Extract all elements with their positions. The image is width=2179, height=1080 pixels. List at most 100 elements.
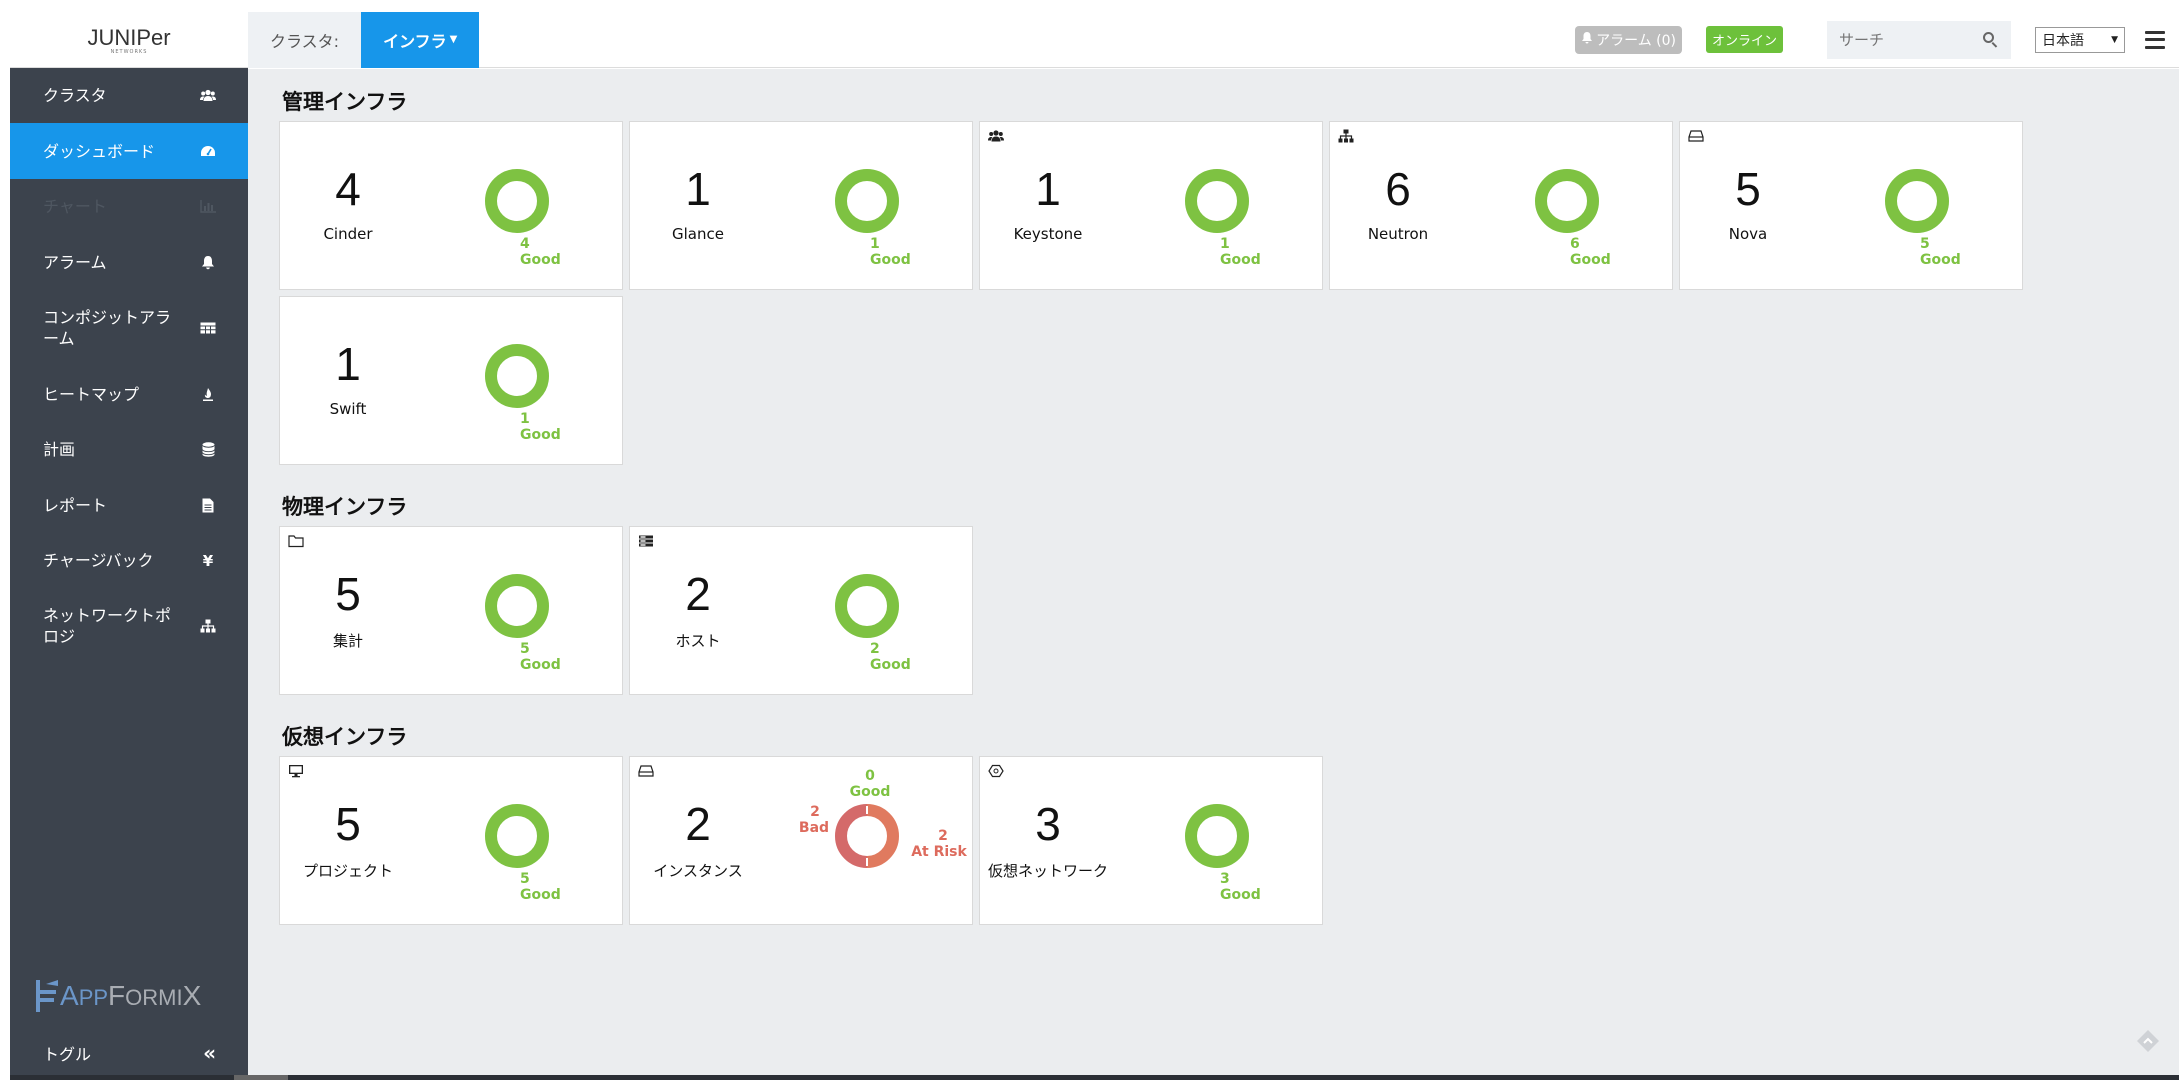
juniper-logo[interactable]: JUNIPer NETWORKS — [10, 12, 248, 68]
alarm-badge[interactable]: アラーム (0) — [1575, 25, 1682, 54]
feedback-icon[interactable] — [2135, 1028, 2161, 1054]
good-count: 5 — [520, 641, 530, 657]
card-name: インスタンス — [653, 862, 743, 880]
sidebar-item-report[interactable]: レポート — [10, 477, 248, 533]
infra-card-virtual-network[interactable]: 3 仮想ネットワーク 3 Good — [979, 756, 1323, 925]
health-donut[interactable] — [484, 168, 550, 234]
sidebar-item-label: レポート — [43, 495, 108, 515]
health-donut[interactable] — [484, 343, 550, 409]
infra-card-aggregate[interactable]: 5 集計 5 Good — [279, 526, 623, 695]
breadcrumb-label: クラスタ: — [270, 31, 340, 51]
hamburger-menu-icon[interactable] — [2145, 30, 2165, 49]
sidebar-item-label: アラーム — [43, 252, 107, 272]
sidebar-toggle-label: トグル — [43, 1044, 92, 1064]
infra-card-swift[interactable]: 1 Swift 1 Good — [279, 296, 623, 465]
yen-icon: ¥ — [202, 551, 214, 570]
scrollbar-thumb[interactable] — [234, 1075, 288, 1080]
sidebar-item-label: コンポジットアラーム — [43, 308, 172, 348]
sidebar-item-plan[interactable]: 計画 — [10, 422, 248, 477]
health-donut[interactable] — [484, 803, 550, 869]
sidebar-item-label: チャージバック — [43, 551, 154, 570]
infra-card-instance[interactable]: 2 インスタンス 0 Good 2 Bad 2 At Risk — [629, 756, 973, 925]
table-icon — [200, 320, 216, 336]
infra-card-project[interactable]: 5 プロジェクト 5 Good — [279, 756, 623, 925]
section-title-management: 管理インフラ — [282, 90, 408, 114]
good-count: 2 — [870, 641, 880, 657]
good-count: 1 — [870, 236, 880, 252]
top-bar: JUNIPer NETWORKS クラスタ: インフラ ▼ アラーム (0) オ… — [10, 11, 2179, 68]
appformix-mark-icon — [36, 980, 58, 1012]
card-name: 仮想ネットワーク — [987, 862, 1108, 880]
health-donut[interactable] — [834, 168, 900, 234]
sidebar-item-label: ネットワークトポロジ — [43, 606, 172, 646]
infra-card-glance[interactable]: 1 Glance 1 Good — [629, 121, 973, 290]
sidebar-item-alarm[interactable]: アラーム — [10, 234, 248, 290]
good-label: Good — [520, 657, 561, 673]
good-label: Good — [849, 784, 891, 800]
alarm-badge-label: アラーム (0) — [1596, 32, 1676, 49]
health-donut[interactable] — [1184, 168, 1250, 234]
language-select-value: 日本語 — [2042, 32, 2084, 49]
good-label: Good — [520, 427, 561, 443]
bell-icon — [1581, 31, 1593, 48]
drive-icon — [1688, 130, 1704, 142]
sidebar-item-label: ヒートマップ — [43, 384, 140, 404]
breadcrumb: クラスタ: インフラ ▼ — [248, 11, 480, 68]
flame-icon — [200, 386, 216, 402]
card-count: 2 — [685, 568, 711, 620]
card-name: プロジェクト — [302, 862, 393, 880]
infra-card-keystone[interactable]: 1 Keystone 1 Good — [979, 121, 1323, 290]
horizontal-scrollbar[interactable] — [10, 1075, 2179, 1080]
sidebar-item-label: 計画 — [43, 440, 76, 459]
health-donut[interactable] — [484, 573, 550, 639]
bell-icon — [200, 254, 216, 270]
sidebar-item-chargeback[interactable]: チャージバック ¥ — [10, 533, 248, 588]
window-left-edge — [0, 12, 10, 1080]
infra-card-nova[interactable]: 5 Nova 5 Good — [1679, 121, 2023, 290]
card-count: 1 — [335, 338, 361, 390]
double-chevron-left-icon: « — [203, 1040, 216, 1065]
search-box — [1827, 20, 2011, 59]
search-input[interactable] — [1839, 30, 1983, 49]
infra-dropdown[interactable]: インフラ ▼ — [361, 11, 480, 68]
server-icon — [639, 535, 653, 547]
sidebar-item-label: チャート — [43, 197, 107, 216]
sitemap-icon — [1338, 129, 1354, 143]
card-count: 1 — [685, 163, 711, 215]
card-name: Nova — [1728, 225, 1768, 243]
sidebar-item-network-topology[interactable]: ネットワークトポロジ — [10, 588, 248, 664]
sidebar-item-cluster[interactable]: クラスタ — [10, 68, 248, 123]
card-count: 6 — [1385, 163, 1411, 215]
health-donut[interactable] — [1884, 168, 1950, 234]
sidebar-item-chart[interactable]: チャート — [10, 179, 248, 234]
good-count: 5 — [520, 871, 530, 887]
sidebar-item-dashboard[interactable]: ダッシュボード — [10, 123, 248, 179]
database-icon — [200, 442, 216, 458]
good-label: Good — [1920, 252, 1961, 268]
logo-text: JUNIPer — [87, 24, 171, 50]
card-name: 集計 — [332, 632, 363, 650]
sidebar-item-heatmap[interactable]: ヒートマップ — [10, 366, 248, 422]
infra-card-cinder[interactable]: 4 Cinder 4 Good — [279, 121, 623, 290]
card-count: 2 — [685, 798, 711, 850]
search-icon[interactable] — [1983, 31, 1999, 48]
users-icon — [988, 130, 1004, 142]
sidebar-item-composite-alarm[interactable]: コンポジットアラーム — [10, 290, 248, 366]
at-risk-count: 2 — [938, 828, 948, 844]
health-donut[interactable] — [834, 803, 900, 869]
health-donut[interactable] — [834, 573, 900, 639]
infra-dropdown-label: インフラ — [383, 31, 447, 51]
card-name: Neutron — [1367, 225, 1429, 243]
infra-card-host[interactable]: 2 ホスト 2 Good — [629, 526, 973, 695]
card-count: 1 — [1035, 163, 1061, 215]
good-label: Good — [1570, 252, 1611, 268]
health-donut[interactable] — [1184, 803, 1250, 869]
language-select[interactable]: 日本語 ▼ — [2035, 26, 2125, 53]
health-donut[interactable] — [1534, 168, 1600, 234]
sitemap-icon — [200, 618, 216, 634]
sidebar-toggle[interactable]: トグル « — [10, 1030, 248, 1075]
good-count: 4 — [520, 236, 530, 252]
card-name: Glance — [672, 225, 724, 243]
infra-card-neutron[interactable]: 6 Neutron 6 Good — [1329, 121, 1673, 290]
card-name: Cinder — [323, 225, 373, 243]
